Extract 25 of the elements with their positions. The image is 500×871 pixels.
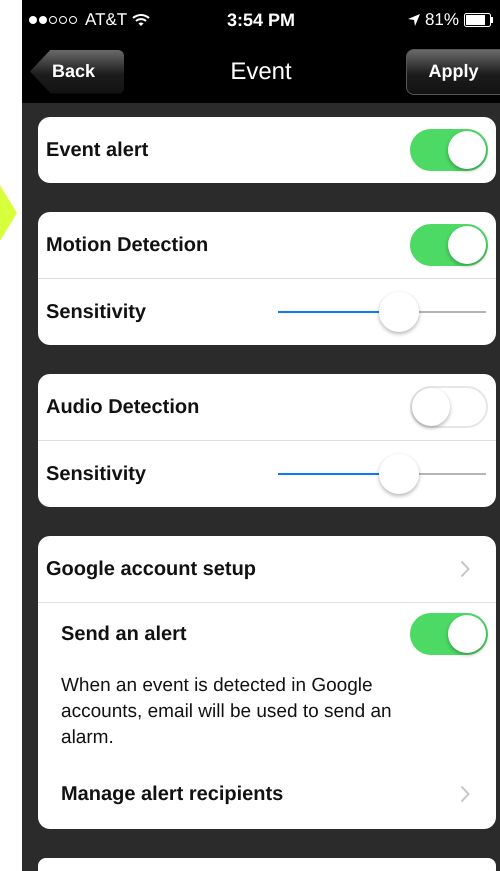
toggle-switch[interactable] — [410, 224, 488, 266]
back-button[interactable]: Back — [30, 50, 124, 94]
apply-button[interactable]: Apply — [406, 48, 500, 94]
signal-icon — [28, 15, 80, 25]
toggle-switch[interactable] — [410, 613, 488, 655]
setting-label: Send an alert — [61, 622, 187, 646]
settings-link-row[interactable]: Google account setup — [38, 536, 496, 602]
wifi-icon — [132, 13, 150, 27]
battery-icon — [464, 13, 494, 27]
screen-title: Event — [230, 58, 292, 86]
setting-label: Sensitivity — [46, 300, 146, 324]
toggle-switch[interactable] — [410, 129, 488, 171]
chevron-icon — [460, 560, 470, 578]
arrow-shape — [0, 185, 18, 241]
battery-percent: 81% — [424, 10, 459, 30]
carrier-name: AT&T — [85, 10, 128, 30]
setting-label: Motion Detection — [46, 234, 208, 256]
settings-link-row[interactable]: Manage alert recipients — [38, 759, 496, 829]
note-text: When an event is detected in Google accounts, email will be used to send an alarm. — [61, 675, 392, 748]
chevron-icon — [460, 785, 470, 803]
setting-label: Sensitivity — [46, 462, 146, 486]
setting-label: Audio Detection — [46, 396, 200, 418]
setting-label: Event alert — [46, 138, 148, 162]
status-time: 3:54 PM — [226, 10, 296, 30]
location-icon — [408, 14, 420, 26]
